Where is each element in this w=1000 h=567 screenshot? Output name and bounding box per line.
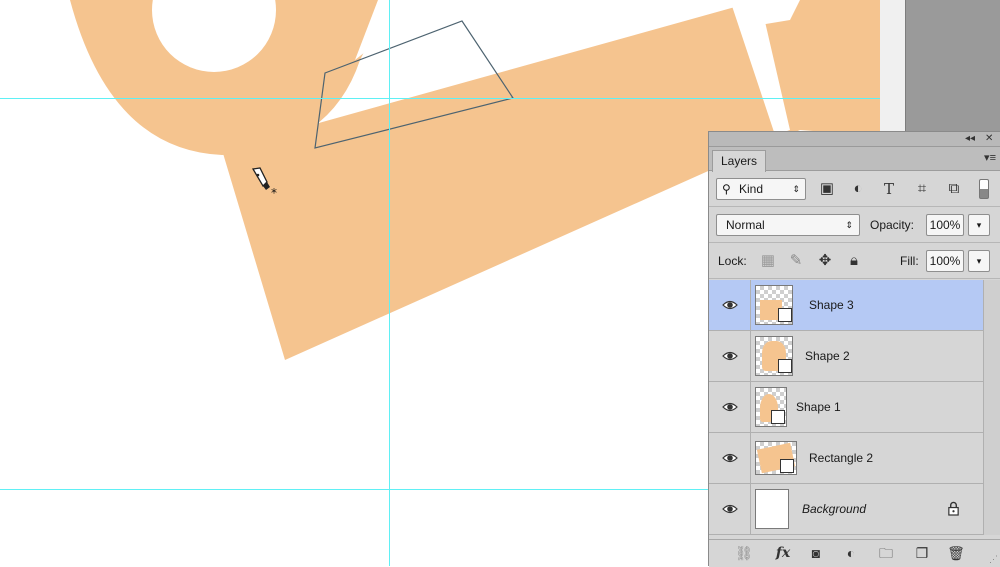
close-panel-button[interactable]: ✕ <box>985 132 993 146</box>
layers-list: Shape 3 Shape 2 Shape 1 Rectangle 2 Back… <box>709 280 1000 535</box>
eye-visibility-icon[interactable] <box>721 449 739 467</box>
eye-visibility-icon[interactable] <box>721 347 739 365</box>
layer-name[interactable]: Shape 1 <box>796 399 841 415</box>
link-layers-icon[interactable]: ⛓ <box>733 543 755 563</box>
opacity-label: Opacity: <box>870 218 915 232</box>
row-separator <box>750 484 751 534</box>
shape-filter-icon[interactable]: ⌗ <box>912 179 932 199</box>
layer-locked-icon <box>948 501 959 516</box>
fill-input[interactable]: 100% <box>926 250 964 272</box>
collapse-panel-button[interactable]: ◂◂ <box>965 132 975 146</box>
layers-panel: ◂◂ ✕ Layers ▾≡ ⚲ Kind ⇕ ▣ ◐ T ⌗ ⧉ Normal… <box>708 131 1000 567</box>
new-layer-icon[interactable]: ❐ <box>911 543 933 563</box>
svg-text:*: * <box>271 186 277 200</box>
opacity-input[interactable]: 100% <box>926 214 964 236</box>
lock-position-icon[interactable]: ✥ <box>815 251 835 271</box>
layer-thumbnail[interactable] <box>755 489 789 529</box>
new-group-icon[interactable]: 🗀 <box>875 543 897 563</box>
panel-menu-icon[interactable]: ▾≡ <box>984 151 996 164</box>
eye-visibility-icon[interactable] <box>721 398 739 416</box>
layers-bottom-bar: ⛓ fx ◙ ◐ 🗀 ❐ 🗑 ⋰ <box>709 539 1000 567</box>
filter-kind-select[interactable]: ⚲ Kind ⇕ <box>716 178 806 200</box>
row-separator <box>750 280 751 330</box>
layer-name[interactable]: Background <box>802 501 866 517</box>
row-separator <box>750 331 751 381</box>
layers-list-scrollbar[interactable] <box>983 280 1000 535</box>
adjustment-filter-icon[interactable]: ◐ <box>848 179 868 199</box>
opacity-dropdown-button[interactable]: ▾ <box>968 214 990 236</box>
lock-transparent-pixels-icon[interactable]: ▦ <box>758 251 778 271</box>
layer-name[interactable]: Rectangle 2 <box>809 450 873 466</box>
guide-horizontal-top[interactable] <box>0 98 880 99</box>
lock-all-icon[interactable]: 🔒︎ <box>844 251 864 271</box>
panel-titlebar[interactable]: ◂◂ ✕ <box>709 132 1000 147</box>
layer-thumbnail[interactable] <box>755 387 787 427</box>
panel-tab-row: Layers ▾≡ <box>709 147 1000 172</box>
filter-toggle-icon[interactable] <box>979 179 989 199</box>
add-mask-icon[interactable]: ◙ <box>805 543 827 563</box>
shape-layer-badge-icon <box>778 359 792 373</box>
layer-row-shape-3[interactable]: Shape 3 <box>709 280 983 331</box>
pen-tool-cursor-icon: * <box>251 167 277 200</box>
filter-kind-value: Kind <box>739 182 764 196</box>
layer-name[interactable]: Shape 3 <box>809 297 854 313</box>
adjustment-layer-icon[interactable]: ◐ <box>840 543 862 563</box>
resize-grip-icon[interactable]: ⋰ <box>989 554 998 565</box>
lock-row: Lock: ▦ ✎ ✥ 🔒︎ Fill: 100% ▾ <box>709 243 1000 279</box>
chevron-updown-icon: ⇕ <box>792 184 800 194</box>
shape-layer-badge-icon <box>780 459 794 473</box>
type-filter-icon[interactable]: T <box>879 179 899 199</box>
blend-mode-select[interactable]: Normal ⇕ <box>716 214 860 236</box>
lock-image-pixels-icon[interactable]: ✎ <box>786 251 806 271</box>
layer-row-background[interactable]: Background <box>709 484 983 535</box>
smart-object-filter-icon[interactable]: ⧉ <box>944 179 964 199</box>
blend-row: Normal ⇕ Opacity: 100% ▾ <box>709 207 1000 243</box>
tab-layers[interactable]: Layers <box>712 150 767 172</box>
blend-mode-value: Normal <box>726 218 765 232</box>
layer-row-shape-1[interactable]: Shape 1 <box>709 382 983 433</box>
chevron-updown-icon: ⇕ <box>845 220 853 230</box>
row-separator <box>750 382 751 432</box>
filter-row: ⚲ Kind ⇕ ▣ ◐ T ⌗ ⧉ <box>709 171 1000 207</box>
eye-visibility-icon[interactable] <box>721 296 739 314</box>
shape-layer-badge-icon <box>771 410 785 424</box>
fill-label: Fill: <box>900 254 919 268</box>
fx-icon[interactable]: fx <box>772 543 794 563</box>
image-filter-icon[interactable]: ▣ <box>817 179 837 199</box>
layer-thumbnail[interactable] <box>755 285 793 325</box>
layer-thumbnail[interactable] <box>755 441 797 475</box>
trash-icon[interactable]: 🗑 <box>945 543 967 563</box>
layer-name[interactable]: Shape 2 <box>805 348 850 364</box>
row-separator <box>750 433 751 483</box>
fill-dropdown-button[interactable]: ▾ <box>968 250 990 272</box>
layer-thumbnail[interactable] <box>755 336 793 376</box>
layer-row-rectangle-2[interactable]: Rectangle 2 <box>709 433 983 484</box>
layer-row-shape-2[interactable]: Shape 2 <box>709 331 983 382</box>
lock-label: Lock: <box>718 254 747 268</box>
shape-layer-badge-icon <box>778 308 792 322</box>
guide-vertical[interactable] <box>389 0 390 566</box>
eye-visibility-icon[interactable] <box>721 500 739 518</box>
search-icon: ⚲ <box>722 182 731 196</box>
